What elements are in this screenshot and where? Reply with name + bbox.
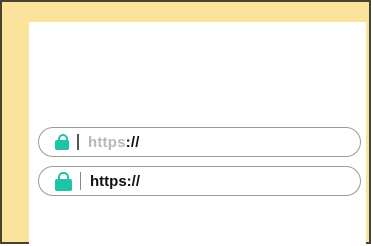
address-bar-faded[interactable]: https:// bbox=[38, 127, 361, 157]
url-separator: :// bbox=[125, 133, 140, 151]
address-bar-divider bbox=[80, 172, 81, 190]
address-bar-divider bbox=[77, 134, 79, 150]
lock-icon bbox=[55, 171, 72, 191]
lock-icon bbox=[55, 134, 69, 150]
address-bar-url: https:// bbox=[88, 134, 140, 151]
image-frame: https:// https:// bbox=[0, 0, 371, 246]
url-protocol: https bbox=[88, 133, 126, 151]
address-bar-url: https:// bbox=[90, 172, 140, 190]
address-bar-secure[interactable]: https:// bbox=[38, 166, 361, 196]
